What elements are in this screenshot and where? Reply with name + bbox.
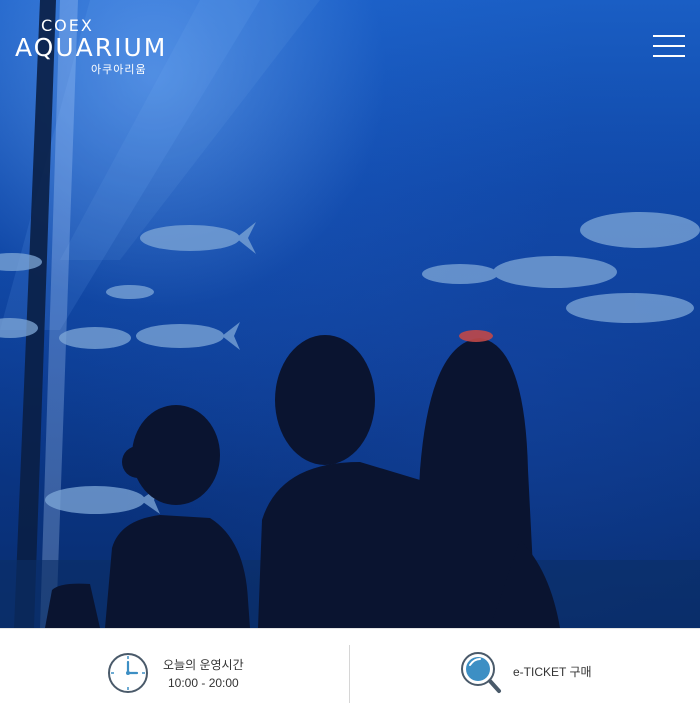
aquarium-scene-illustration xyxy=(0,0,700,628)
divider xyxy=(349,645,350,703)
search-icon xyxy=(461,652,501,693)
hours-title: 오늘의 운영시간 xyxy=(163,658,244,672)
hours-time: 10:00 - 20:00 xyxy=(168,676,239,690)
menu-line xyxy=(653,45,685,47)
hamburger-menu-icon[interactable] xyxy=(653,34,685,60)
eticket-label: e-TICKET 구매 xyxy=(513,665,592,679)
menu-line xyxy=(653,35,685,37)
menu-line xyxy=(653,55,685,57)
coex-aquarium-logo[interactable]: COEX AQUARIUM 아쿠아리움 xyxy=(15,18,167,77)
info-bar: 오늘의 운영시간 10:00 - 20:00 e-TICKET 구매 xyxy=(0,628,700,718)
logo-main-text: AQUARIUM xyxy=(15,33,168,62)
eticket-button[interactable]: e-TICKET 구매 xyxy=(460,649,620,697)
logo-top-text: COEX xyxy=(41,16,94,35)
logo-sub-text: 아쿠아리움 xyxy=(91,64,147,76)
hero-image: COEX AQUARIUM 아쿠아리움 xyxy=(0,0,700,628)
clock-icon xyxy=(108,653,148,693)
operating-hours: 오늘의 운영시간 10:00 - 20:00 xyxy=(106,649,306,697)
